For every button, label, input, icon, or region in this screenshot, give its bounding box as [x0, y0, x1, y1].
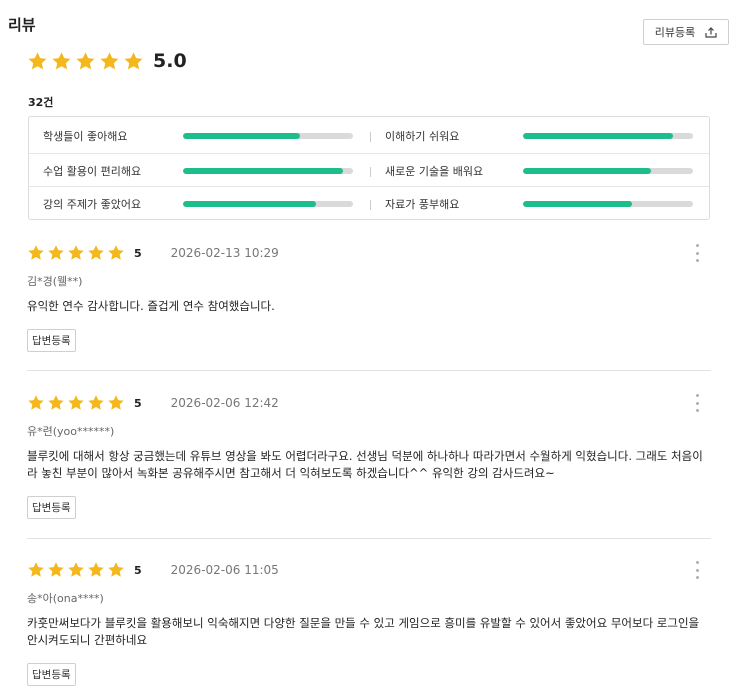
review-divider: [27, 538, 711, 539]
feature-label: 자료가 풍부해요: [385, 197, 460, 211]
star-icon: [87, 561, 105, 579]
feature-separator: [370, 200, 371, 210]
upload-icon: [705, 26, 717, 38]
feature-separator: [370, 132, 371, 142]
review-author: 김*경(웰**): [27, 275, 83, 288]
review-body: 카훗만써보다가 블루킷을 활용해보니 익숙해지면 다양한 질문을 만들 수 있고…: [27, 616, 700, 647]
star-icon: [123, 51, 144, 72]
page-title: 리뷰: [8, 16, 36, 34]
feature-label: 강의 주제가 좋았어요: [43, 197, 142, 211]
star-icon: [27, 561, 45, 579]
feature-row: 수업 활용이 편리해요 새로운 기술을 배워요: [29, 153, 709, 187]
review-body: 유익한 연수 감사합니다. 즐겁게 연수 참여했습니다.: [27, 299, 275, 313]
feature-bar-fill: [183, 200, 316, 207]
feature-bar: [523, 133, 693, 139]
review-rating: 5 2026-02-06 12:42: [27, 394, 711, 412]
review-body: 블루킷에 대해서 항상 궁금했는데 유튜브 영상을 봐도 어렵더라구요. 선생님…: [27, 449, 703, 480]
feature-bar-fill: [523, 200, 632, 207]
feature-row: 학생들이 좋아해요 이해하기 쉬워요: [29, 119, 709, 153]
feature-bar: [183, 167, 353, 174]
star-icon: [87, 244, 105, 262]
star-icon: [87, 394, 105, 412]
review-author: 송*아(ona****): [27, 592, 104, 605]
feature-bar-fill: [183, 167, 343, 174]
review-item: 5 2026-02-13 10:29 김*경(웰**) 유익한 연수 감사합니다. 즐…: [27, 244, 711, 352]
star-icon: [107, 394, 125, 412]
review-item: 5 2026-02-06 12:42 유*련(yoo******) 블루킷에 대해서 …: [27, 394, 711, 519]
more-options-icon[interactable]: [694, 561, 700, 579]
rating-summary: 5.0: [27, 50, 187, 72]
review-score: 5: [134, 563, 142, 577]
feature-rating-table: 학생들이 좋아해요 이해하기 쉬워요수업 활용이 편리해요 새로운 기술을 배워요강…: [28, 116, 710, 220]
star-icon: [107, 244, 125, 262]
review-score: 5: [134, 396, 142, 410]
reply-button[interactable]: 답변등록: [27, 663, 76, 686]
star-icon: [107, 561, 125, 579]
star-icon: [27, 244, 45, 262]
register-review-button[interactable]: 리뷰등록: [643, 19, 729, 45]
reply-button[interactable]: 답변등록: [27, 329, 76, 352]
star-icon: [27, 394, 45, 412]
feature-row: 강의 주제가 좋았어요 자료가 풍부해요: [29, 186, 709, 220]
star-icon: [67, 244, 85, 262]
feature-bar: [183, 200, 353, 207]
star-icon: [51, 51, 72, 72]
feature-label: 이해하기 쉬워요: [385, 130, 460, 143]
star-icon: [47, 561, 65, 579]
feature-bar: [183, 133, 353, 139]
review-rating: 5 2026-02-13 10:29: [27, 244, 711, 262]
register-review-label: 리뷰등록: [654, 26, 696, 39]
feature-bar: [523, 167, 693, 174]
review-count: 32건: [28, 96, 54, 109]
star-icon: [75, 51, 96, 72]
average-stars: [27, 51, 144, 72]
review-item: 5 2026-02-06 11:05 송*아(ona****) 카훗만써보다가 블루킷…: [27, 561, 711, 686]
review-rating: 5 2026-02-06 11:05: [27, 561, 711, 579]
review-score: 5: [134, 246, 142, 260]
reply-button[interactable]: 답변등록: [27, 496, 76, 519]
star-icon: [27, 51, 48, 72]
more-options-icon[interactable]: [694, 394, 700, 412]
review-date: 2026-02-06 12:42: [170, 396, 279, 410]
feature-bar-fill: [523, 133, 673, 139]
feature-label: 수업 활용이 편리해요: [43, 164, 142, 178]
feature-bar-fill: [523, 167, 651, 174]
star-icon: [47, 244, 65, 262]
star-icon: [99, 51, 120, 72]
review-author: 유*련(yoo******): [27, 425, 115, 438]
star-icon: [67, 561, 85, 579]
more-options-icon[interactable]: [694, 244, 700, 262]
review-divider: [27, 370, 711, 371]
star-icon: [67, 394, 85, 412]
star-icon: [47, 394, 65, 412]
feature-bar-fill: [183, 133, 301, 139]
feature-separator: [370, 167, 371, 177]
average-rating: 5.0: [153, 50, 187, 72]
feature-label: 새로운 기술을 배워요: [385, 164, 484, 178]
feature-label: 학생들이 좋아해요: [43, 130, 128, 143]
review-date: 2026-02-13 10:29: [170, 246, 279, 260]
feature-bar: [523, 200, 693, 207]
review-date: 2026-02-06 11:05: [170, 563, 279, 577]
